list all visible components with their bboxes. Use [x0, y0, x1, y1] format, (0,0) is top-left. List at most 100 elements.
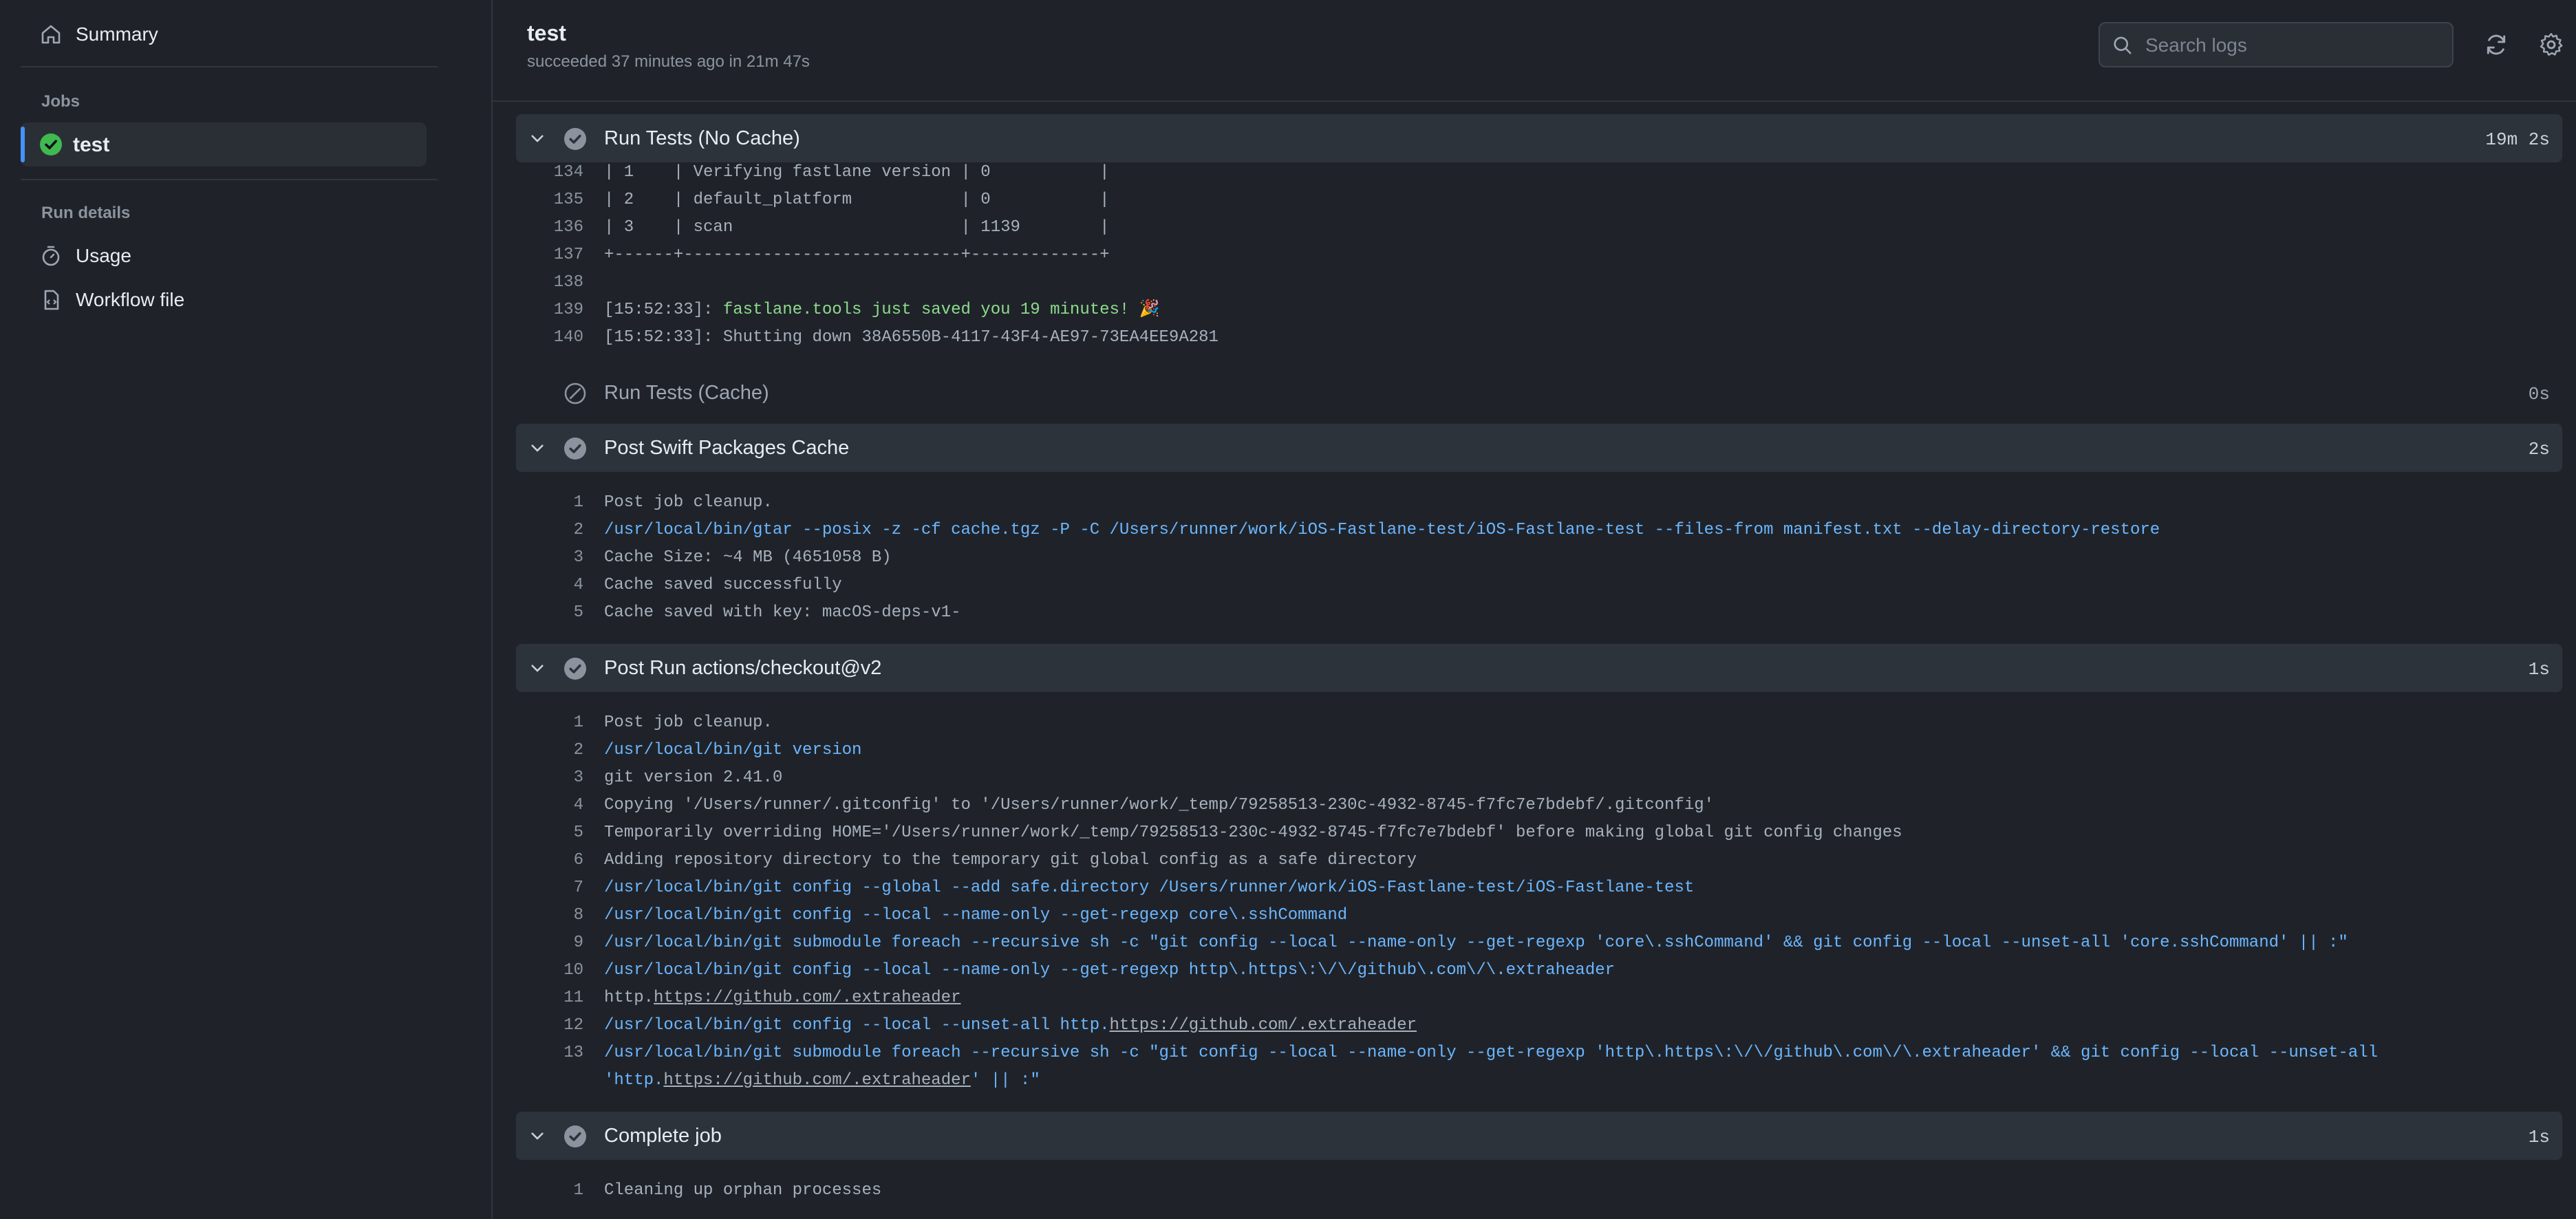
step-run-tests-cache[interactable]: Run Tests (Cache) 0s: [516, 369, 2562, 417]
line-number[interactable]: 134: [516, 159, 583, 186]
log-line: 1 Post job cleanup.: [516, 489, 2562, 517]
line-text: Post job cleanup.: [604, 713, 773, 732]
check-circle-icon: [564, 438, 586, 460]
line-number[interactable]: 2: [516, 737, 583, 764]
search-box[interactable]: [2099, 22, 2454, 67]
line-text: Cleaning up orphan processes: [604, 1181, 882, 1200]
chevron-down-icon: [531, 135, 544, 142]
line-number[interactable]: 136: [516, 214, 583, 241]
sidebar-job-test[interactable]: test: [21, 122, 427, 166]
line-text: Adding repository directory to the tempo…: [604, 851, 1417, 870]
stopwatch-icon: [42, 246, 60, 266]
sidebar-divider: [21, 179, 438, 180]
job-label: test: [73, 133, 110, 156]
log-line: 138: [516, 269, 2562, 296]
line-number[interactable]: 1: [516, 1177, 583, 1205]
log-line: 3 git version 2.41.0: [516, 764, 2562, 792]
step-name: Complete job: [604, 1125, 722, 1147]
line-command: /usr/local/bin/gtar --posix -z -cf cache…: [604, 521, 2160, 539]
line-text: Post job cleanup.: [604, 493, 773, 512]
log-line: 4 Cache saved successfully: [516, 572, 2562, 599]
line-number[interactable]: 9: [516, 929, 583, 957]
line-number[interactable]: 4: [516, 572, 583, 599]
line-number[interactable]: 138: [516, 269, 583, 296]
page-title: test: [527, 21, 566, 45]
log-line: 134 | 1 | Verifying fastlane version | 0 …: [516, 159, 2562, 186]
search-logs-input[interactable]: [2144, 30, 2443, 61]
chevron-down-icon: [531, 1132, 544, 1140]
step-post-swift-packages-cache[interactable]: Post Swift Packages Cache 2s: [516, 424, 2562, 472]
log-line: 140 [15:52:33]: Shutting down 38A6550B-41…: [516, 324, 2562, 352]
line-number[interactable]: 3: [516, 544, 583, 572]
usage-link[interactable]: Usage: [40, 235, 131, 277]
extraheader-link[interactable]: https://github.com/.extraheader: [663, 1071, 970, 1090]
command-suffix: ' || :": [970, 1071, 1040, 1090]
log-line: 4 Copying '/Users/runner/.gitconfig' to '…: [516, 792, 2562, 819]
line-number[interactable]: 139: [516, 296, 583, 324]
line-text: http.https://github.com/.extraheader: [604, 984, 961, 1012]
log-line: 1 Cleaning up orphan processes: [516, 1177, 2562, 1205]
check-circle-icon: [564, 128, 586, 150]
line-command: /usr/local/bin/git submodule foreach --r…: [604, 934, 2348, 952]
line-number[interactable]: 4: [516, 792, 583, 819]
step-name: Run Tests (No Cache): [604, 127, 800, 149]
file-code-icon: [44, 290, 59, 310]
log-line: 5 Temporarily overriding HOME='/Users/run…: [516, 819, 2562, 847]
line-command: /usr/local/bin/git version: [604, 741, 862, 759]
extraheader-link[interactable]: https://github.com/.extraheader: [1110, 1016, 1417, 1035]
line-number[interactable]: 137: [516, 241, 583, 269]
extraheader-link[interactable]: https://github.com/.extraheader: [654, 989, 960, 1007]
text-prefix: http.: [604, 989, 654, 1007]
line-number[interactable]: 11: [516, 984, 583, 1012]
log-line: 2/usr/local/bin/git version: [516, 737, 2562, 764]
log-line-continuation: 'http.https://github.com/.extraheader' |…: [516, 1067, 2562, 1094]
step-complete-job[interactable]: Complete job 1s: [516, 1112, 2562, 1160]
step-duration: 0s: [2528, 384, 2550, 404]
line-command: /usr/local/bin/git config --global --add…: [604, 878, 1695, 897]
line-number[interactable]: 1: [516, 709, 583, 737]
line-number[interactable]: 8: [516, 902, 583, 929]
line-number[interactable]: 2: [516, 517, 583, 544]
line-number[interactable]: 140: [516, 324, 583, 352]
timestamp: [15:52:33]:: [604, 301, 723, 319]
skipped-icon: [564, 382, 586, 404]
run-details-heading: Run details: [41, 204, 131, 222]
line-number[interactable]: 135: [516, 186, 583, 214]
summary-label: Summary: [76, 23, 158, 45]
refresh-icon[interactable]: [2484, 32, 2509, 57]
line-text: Temporarily overriding HOME='/Users/runn…: [604, 823, 1902, 842]
step-duration: 1s: [2528, 659, 2550, 680]
gear-icon[interactable]: [2539, 32, 2564, 57]
chevron-down-icon: [531, 444, 544, 452]
log-line: 9/usr/local/bin/git submodule foreach --…: [516, 929, 2562, 957]
step-post-run-checkout[interactable]: Post Run actions/checkout@v2 1s: [516, 644, 2562, 692]
log-line: 8/usr/local/bin/git config --local --nam…: [516, 902, 2562, 929]
line-number[interactable]: 3: [516, 764, 583, 792]
line-number[interactable]: 5: [516, 599, 583, 627]
line-number[interactable]: 12: [516, 1012, 583, 1039]
line-number[interactable]: 5: [516, 819, 583, 847]
log-line: 136 | 3 | scan | 1139 |: [516, 214, 2562, 241]
log-line: 5 Cache saved with key: macOS-deps-v1-: [516, 599, 2562, 627]
line-number[interactable]: 6: [516, 847, 583, 874]
line-text: Cache Size: ~4 MB (4651058 B): [604, 548, 892, 567]
line-command: /usr/local/bin/git submodule foreach --r…: [604, 1044, 2379, 1062]
check-circle-icon: [564, 658, 586, 680]
usage-label: Usage: [76, 245, 131, 266]
line-number[interactable]: 7: [516, 874, 583, 902]
line-number[interactable]: 13: [516, 1039, 583, 1067]
line-text: Cache saved with key: macOS-deps-v1-: [604, 603, 961, 622]
step-name: Run Tests (Cache): [604, 382, 769, 404]
command-prefix: 'http.: [604, 1071, 664, 1090]
line-number[interactable]: 1: [516, 489, 583, 517]
step-run-tests-no-cache[interactable]: Run Tests (No Cache) 19m 2s: [516, 114, 2562, 162]
workflow-file-link[interactable]: Workflow file: [40, 279, 184, 321]
jobs-heading: Jobs: [41, 92, 80, 111]
summary-link[interactable]: Summary: [40, 14, 158, 55]
log-line: 13/usr/local/bin/git submodule foreach -…: [516, 1039, 2562, 1067]
log-line: 135 | 2 | default_platform | 0 |: [516, 186, 2562, 214]
line-text: Cache saved successfully: [604, 576, 842, 594]
line-number[interactable]: 10: [516, 957, 583, 984]
job-header: test succeeded 37 minutes ago in 21m 47s: [493, 0, 2576, 102]
step-duration: 1s: [2528, 1127, 2550, 1147]
